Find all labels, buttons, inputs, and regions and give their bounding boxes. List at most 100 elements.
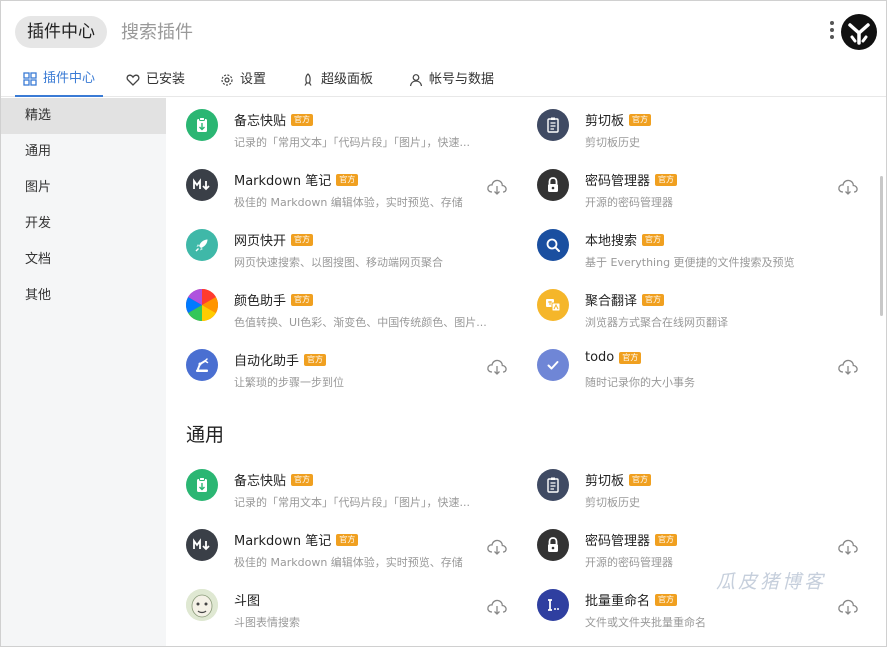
plugin-name: 备忘快贴 xyxy=(234,474,287,489)
cloud-download-icon[interactable] xyxy=(837,538,859,556)
section-title: 通用 xyxy=(186,424,225,446)
official-badge: 官方 xyxy=(629,473,652,486)
plugin-title: todo 官方 xyxy=(585,350,642,365)
clipboard-icon xyxy=(186,109,218,141)
plugin-card[interactable]: 颜色助手 官方色值转换、UI色彩、渐变色、中国传统颜色、图片... xyxy=(166,278,516,338)
sidebar-item-image[interactable]: 图片 xyxy=(1,170,166,206)
plugin-title: Markdown 笔记 官方 xyxy=(234,170,359,189)
plugin-card[interactable]: 斗图 斗图表情搜索 xyxy=(166,578,516,638)
plugin-name: 批量重命名 xyxy=(585,594,651,609)
lock-icon xyxy=(537,169,569,201)
cloud-download-icon[interactable] xyxy=(486,178,508,196)
markdown-icon xyxy=(186,529,218,561)
plugin-card[interactable]: 本地搜索 官方 基于 Everything 更便捷的文件搜索及预览 xyxy=(517,218,867,278)
rocket-icon xyxy=(304,73,312,86)
meme-face-icon xyxy=(186,589,218,621)
plugin-description: 随时记录你的大小事务 xyxy=(585,376,695,389)
official-badge: 官方 xyxy=(291,473,314,486)
plugin-card[interactable]: Markdown 笔记 官方 极佳的 Markdown 编辑体验，实时预览、存储 xyxy=(166,518,516,578)
plugin-description: 记录的「常用文本」「代码片段」「图片」，快速... xyxy=(234,136,470,149)
cloud-download-icon[interactable] xyxy=(486,538,508,556)
plugin-card[interactable]: 备忘快贴 官方记录的「常用文本」「代码片段」「图片」，快速... xyxy=(166,458,516,518)
heart-icon xyxy=(126,74,140,86)
sidebar-item-other[interactable]: 其他 xyxy=(1,278,166,314)
cloud-download-icon[interactable] xyxy=(837,598,859,616)
cloud-download-icon[interactable] xyxy=(486,598,508,616)
sidebar-item-develop[interactable]: 开发 xyxy=(1,206,166,242)
plugin-title: Markdown 笔记 官方 xyxy=(234,530,359,549)
official-badge: 官方 xyxy=(336,173,359,186)
app-window: 插件中心 插件中心 已安装 设置 超级面板 xyxy=(0,0,887,647)
plugin-name: 网页快开 xyxy=(234,234,287,249)
official-badge: 官方 xyxy=(629,113,652,126)
official-badge: 官方 xyxy=(291,293,314,306)
plugin-description: 文件或文件夹批量重命名 xyxy=(585,616,706,629)
tab-label: 插件中心 xyxy=(43,71,96,86)
official-badge: 官方 xyxy=(619,351,642,364)
plugin-description: 开源的密码管理器 xyxy=(585,196,673,209)
sidebar-item-general[interactable]: 通用 xyxy=(1,134,166,170)
tab-label: 已安装 xyxy=(146,72,186,87)
plugin-name: 自动化助手 xyxy=(234,354,300,369)
plugin-title: 备忘快贴 官方 xyxy=(234,110,314,129)
plugin-name: Markdown 笔记 xyxy=(234,174,332,189)
plugin-card[interactable]: 剪切板 官方剪切板历史 xyxy=(517,458,867,518)
scrollbar[interactable] xyxy=(880,176,883,316)
plugin-description: 极佳的 Markdown 编辑体验，实时预览、存储 xyxy=(234,196,463,209)
plugin-card[interactable]: 备忘快贴 官方记录的「常用文本」「代码片段」「图片」，快速... xyxy=(166,98,516,158)
tab-settings[interactable]: 设置 xyxy=(220,63,266,97)
plugin-card[interactable]: 自动化助手 官方 让繁琐的步骤一步到位 xyxy=(166,338,516,398)
tab-label: 设置 xyxy=(240,72,267,87)
cloud-download-icon[interactable] xyxy=(837,358,859,376)
plugin-card[interactable]: 网页快开 官方 网页快速搜索、以图搜图、移动端网页聚合 xyxy=(166,218,516,278)
plugin-center-chip[interactable]: 插件中心 xyxy=(15,16,107,48)
clipboard-list-icon xyxy=(537,109,569,141)
plugin-title: 自动化助手 官方 xyxy=(234,350,327,369)
plugin-name: 颜色助手 xyxy=(234,294,287,309)
plugin-description: 色值转换、UI色彩、渐变色、中国传统颜色、图片... xyxy=(234,316,487,329)
plugin-description: 剪切板历史 xyxy=(585,496,640,509)
tab-installed[interactable]: 已安装 xyxy=(126,63,185,97)
app-logo-icon[interactable] xyxy=(841,14,877,50)
plugin-name: 聚合翻译 xyxy=(585,294,638,309)
plugin-card[interactable]: 聚合翻译 官方 浏览器方式聚合在线网页翻译 xyxy=(517,278,867,338)
clipboard-list-icon xyxy=(537,469,569,501)
plugin-name: Markdown 笔记 xyxy=(234,534,332,549)
tab-bar: 插件中心 已安装 设置 超级面板 帐号与数据 xyxy=(1,63,886,97)
cloud-download-icon[interactable] xyxy=(837,178,859,196)
plugin-name: 备忘快贴 xyxy=(234,114,287,129)
grid-icon xyxy=(23,72,37,86)
rocket-icon xyxy=(186,229,218,261)
plugin-list: 备忘快贴 官方 记录的「常用文本」「代码片段」「图片」，快速... 剪切板 官方 剪切板历… xyxy=(166,98,879,646)
plugin-title: 密码管理器 官方 xyxy=(585,170,678,189)
official-badge: 官方 xyxy=(655,173,678,186)
plugin-card[interactable]: 剪切板 官方剪切板历史 xyxy=(517,98,867,158)
plugin-description: 记录的「常用文本」「代码片段」「图片」，快速... xyxy=(234,496,470,509)
user-icon xyxy=(409,74,423,87)
plugin-title: 聚合翻译 官方 xyxy=(585,290,665,309)
tab-super-panel[interactable]: 超级面板 xyxy=(301,63,373,97)
plugin-description: 剪切板历史 xyxy=(585,136,640,149)
official-badge: 官方 xyxy=(655,533,678,546)
official-badge: 官方 xyxy=(291,233,314,246)
rename-icon xyxy=(537,589,569,621)
plugin-name: 剪切板 xyxy=(585,474,625,489)
official-badge: 官方 xyxy=(291,113,314,126)
tab-plugin-center[interactable]: 插件中心 xyxy=(15,63,104,97)
tab-label: 超级面板 xyxy=(321,72,374,87)
plugin-title: 剪切板 官方 xyxy=(585,110,652,129)
sidebar-item-document[interactable]: 文档 xyxy=(1,242,166,278)
plugin-card[interactable]: todo 官方随时记录你的大小事务 xyxy=(517,338,867,398)
plugin-card[interactable]: 密码管理器 官方开源的密码管理器 xyxy=(517,158,867,218)
plugin-name: 密码管理器 xyxy=(585,174,651,189)
more-menu-icon[interactable] xyxy=(827,21,837,45)
plugin-title: 批量重命名 官方 xyxy=(585,590,678,609)
official-badge: 官方 xyxy=(642,293,665,306)
tab-label: 帐号与数据 xyxy=(429,72,495,87)
search-input[interactable] xyxy=(121,15,801,49)
search-bar: 插件中心 xyxy=(1,1,886,63)
plugin-card[interactable]: Markdown 笔记 官方极佳的 Markdown 编辑体验，实时预览、存储 xyxy=(166,158,516,218)
sidebar-item-featured[interactable]: 精选 xyxy=(1,98,166,134)
tab-account-data[interactable]: 帐号与数据 xyxy=(409,63,494,97)
cloud-download-icon[interactable] xyxy=(486,358,508,376)
